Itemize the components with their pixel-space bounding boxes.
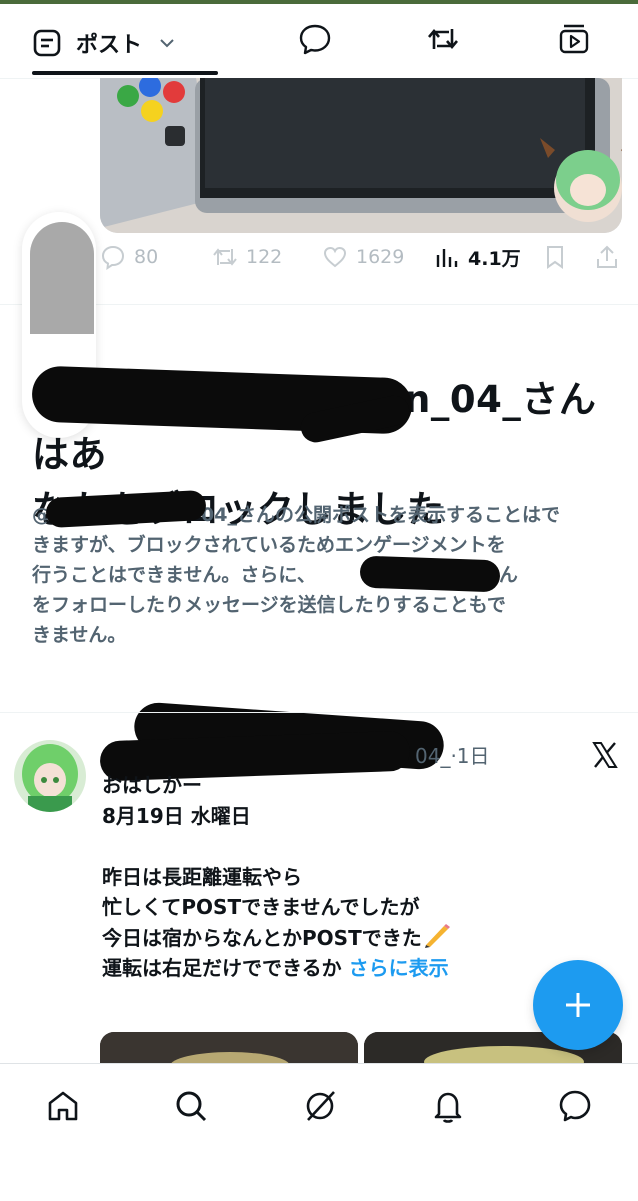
avatar-image bbox=[14, 740, 86, 812]
share-icon bbox=[597, 245, 617, 268]
tab-posts[interactable]: ポスト bbox=[32, 14, 218, 75]
block-body-line1: 04_さんの公開ポストを表示することはで bbox=[201, 504, 560, 526]
avatar[interactable] bbox=[14, 740, 86, 812]
redaction-mark bbox=[359, 555, 501, 593]
repost-action[interactable]: 122 bbox=[212, 244, 282, 270]
tweet-line: おはしかー bbox=[102, 773, 202, 797]
repost-icon[interactable] bbox=[426, 22, 460, 56]
reply-icon bbox=[101, 245, 125, 270]
grok-icon[interactable] bbox=[302, 1088, 338, 1124]
console-photo bbox=[100, 78, 622, 233]
views-count: 4.1万 bbox=[468, 248, 521, 270]
pencil-emoji-icon bbox=[424, 923, 450, 948]
x-logo-icon bbox=[592, 742, 618, 768]
block-body-line3a: 行うことはできません。さらに、 bbox=[32, 564, 316, 586]
tweet-meta: 04_·1日 bbox=[415, 740, 490, 769]
block-body-line4: をフォローしたりメッセージを送信したりすることもで bbox=[32, 594, 506, 616]
floating-panel-thumb bbox=[30, 222, 94, 334]
home-icon[interactable] bbox=[45, 1088, 81, 1124]
tweet-text: おはしかー 8月19日 水曜日 昨日は長距離運転やら 忙しくてPOSTできません… bbox=[102, 770, 622, 984]
compose-button[interactable] bbox=[533, 960, 623, 1050]
top-bar: ポスト bbox=[0, 0, 638, 79]
posts-icon bbox=[33, 29, 61, 57]
tab-posts-label: ポスト bbox=[76, 33, 143, 58]
views-action[interactable]: 4.1万 bbox=[434, 244, 521, 271]
repost-count: 122 bbox=[246, 246, 283, 268]
reply-count: 80 bbox=[134, 246, 159, 268]
tweet-line: 昨日は長距離運転やら bbox=[102, 864, 302, 889]
like-action[interactable]: 1629 bbox=[322, 244, 404, 270]
heart-icon bbox=[323, 246, 347, 268]
share-action[interactable] bbox=[594, 244, 628, 270]
search-icon[interactable] bbox=[173, 1088, 209, 1124]
bookmark-action[interactable] bbox=[542, 244, 576, 270]
tweet-line bbox=[102, 831, 622, 862]
plus-icon bbox=[566, 993, 590, 1017]
like-count: 1629 bbox=[356, 246, 405, 268]
top-edge bbox=[0, 0, 638, 4]
repost-icon bbox=[213, 248, 237, 266]
post-media-image[interactable] bbox=[100, 78, 622, 233]
tweet-line: 忙しくてPOSTできませんでしたが bbox=[102, 895, 420, 919]
tweet-line: 運転は右足だけでできるか bbox=[102, 956, 342, 980]
tweet-line: 8月19日 水曜日 bbox=[102, 803, 251, 828]
divider bbox=[0, 712, 638, 713]
tweet-time[interactable]: ·1日 bbox=[450, 744, 489, 768]
messages-icon[interactable] bbox=[557, 1088, 593, 1124]
tweet-handle[interactable]: 04_ bbox=[415, 744, 450, 768]
video-icon[interactable] bbox=[557, 22, 591, 56]
chat-icon[interactable] bbox=[298, 22, 332, 56]
tweet-line: 今日は宿からなんとかPOSTできた bbox=[102, 925, 422, 950]
bottom-nav bbox=[0, 1063, 638, 1201]
post-actions: 80 122 1629 4.1万 bbox=[100, 244, 625, 280]
views-icon bbox=[436, 248, 458, 267]
notifications-icon[interactable] bbox=[430, 1088, 466, 1124]
chevron-down-icon bbox=[160, 39, 174, 48]
tab-underline bbox=[32, 71, 218, 75]
reply-action[interactable]: 80 bbox=[100, 244, 158, 270]
block-body-line5: きません。 bbox=[32, 624, 127, 646]
bookmark-icon bbox=[547, 246, 563, 269]
show-more-link[interactable]: さらに表示 bbox=[349, 956, 449, 980]
block-body-line2: きますが、ブロックされているためエンゲージメントを bbox=[32, 534, 506, 556]
